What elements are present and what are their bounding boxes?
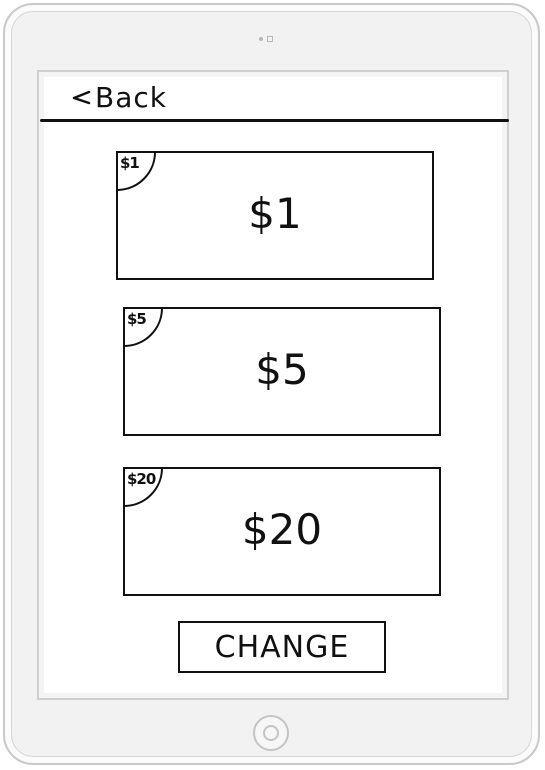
bill-value-label: $5 <box>255 345 309 394</box>
nav-divider <box>40 119 509 122</box>
back-button[interactable]: Back <box>71 80 167 114</box>
bill-corner-label: $20 <box>127 470 156 488</box>
bill-value-label: $20 <box>241 505 323 554</box>
change-button[interactable]: CHANGE <box>178 621 386 673</box>
bill-card-20-dollar[interactable]: $20 $20 <box>123 467 441 596</box>
bill-card-5-dollar[interactable]: $5 $5 <box>123 307 441 436</box>
camera-icon <box>259 35 275 43</box>
chevron-left-icon <box>72 90 91 105</box>
bill-card-1-dollar[interactable]: $1 $1 <box>116 151 434 280</box>
bill-corner-label: $5 <box>127 310 147 328</box>
bill-corner-label: $1 <box>120 154 140 172</box>
home-button-icon[interactable] <box>253 715 289 751</box>
back-label: Back <box>95 80 167 114</box>
bill-value-label: $1 <box>248 189 302 238</box>
